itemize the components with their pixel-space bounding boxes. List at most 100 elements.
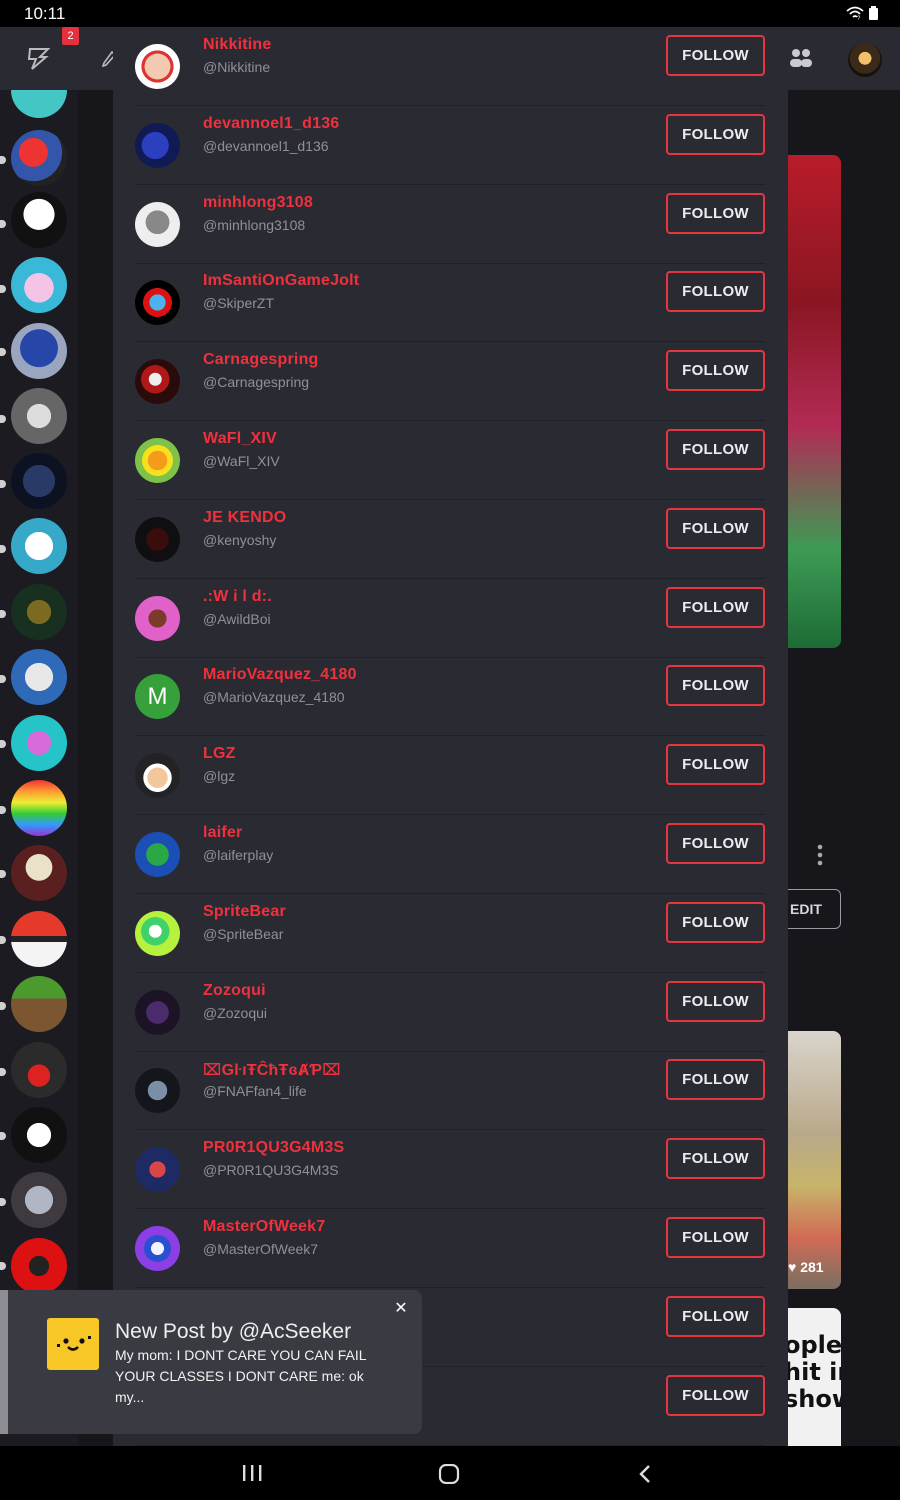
user-display-name[interactable]: devannoel1_d136 <box>203 115 339 133</box>
post-card-image[interactable] <box>786 1031 841 1289</box>
user-display-name[interactable]: ⌧GŀıŦĈħŦɞȺƤ⌧ <box>203 1060 341 1080</box>
pink-character-avatar[interactable] <box>135 595 180 641</box>
home-icon[interactable] <box>438 1464 460 1484</box>
user-display-name[interactable]: Carnagespring <box>203 351 319 369</box>
follow-button[interactable]: FOLLOW <box>666 507 765 549</box>
user-row[interactable]: JE KENDO @kenyoshy FOLLOW <box>135 500 765 579</box>
dark-character-avatar[interactable] <box>135 516 180 562</box>
sidebar-game-icon[interactable] <box>11 584 67 640</box>
user-row[interactable]: .:W i l d:. @AwildBoi FOLLOW <box>135 579 765 658</box>
pony-avatar[interactable] <box>135 122 180 168</box>
robot-avatar[interactable] <box>135 201 180 247</box>
blue-glitch-avatar[interactable] <box>135 1226 180 1271</box>
follow-button[interactable]: FOLLOW <box>666 901 765 943</box>
user-row[interactable]: devannoel1_d136 @devannoel1_d136 FOLLOW <box>135 106 765 185</box>
sidebar-game-icon[interactable] <box>11 845 67 901</box>
sidebar-game-icon[interactable] <box>11 976 67 1032</box>
follow-button[interactable]: FOLLOW <box>666 35 765 76</box>
animatronic-avatar[interactable] <box>135 1068 180 1114</box>
follow-button[interactable]: FOLLOW <box>666 586 765 628</box>
blocky-character-avatar[interactable] <box>135 1147 180 1193</box>
purple-shadow-avatar[interactable] <box>135 989 180 1035</box>
luigi-avatar[interactable] <box>135 753 180 799</box>
sidebar-game-icon[interactable] <box>11 453 67 509</box>
sidebar-game-icon[interactable] <box>11 130 67 186</box>
green-hedgehog-avatar[interactable] <box>135 832 180 877</box>
user-display-name[interactable]: LGZ <box>203 745 236 763</box>
user-display-name[interactable]: MasterOfWeek7 <box>203 1218 325 1236</box>
post-card-text[interactable]: ople hit in show <box>786 1308 841 1446</box>
user-row[interactable]: M MarioVazquez_4180 @MarioVazquez_4180 FOLL… <box>135 657 765 737</box>
sidebar-game-icon[interactable] <box>11 1172 67 1228</box>
sidebar-game-icon[interactable] <box>11 911 67 967</box>
follow-button[interactable]: FOLLOW <box>666 113 765 155</box>
user-display-name[interactable]: SpriteBear <box>203 903 286 921</box>
user-display-name[interactable]: Zozoqui <box>203 982 266 1000</box>
follow-button[interactable]: FOLLOW <box>666 665 765 707</box>
blue-ring-avatar[interactable] <box>135 280 180 326</box>
sidebar-game-icon[interactable] <box>11 90 67 118</box>
user-row[interactable]: PR0R1QU3G4M3S @PR0R1QU3G4M3S FOLLOW <box>135 1130 765 1210</box>
green-sprite-avatar[interactable] <box>135 910 180 956</box>
follow-button[interactable]: FOLLOW <box>666 744 765 786</box>
follow-button[interactable]: FOLLOW <box>666 271 765 313</box>
follow-button[interactable]: FOLLOW <box>666 1374 765 1416</box>
follow-button[interactable]: FOLLOW <box>666 192 765 234</box>
sidebar-game-icon[interactable] <box>11 518 67 574</box>
sidebar-game-icon[interactable] <box>11 1042 67 1098</box>
sidebar-game-icon[interactable] <box>11 1107 67 1163</box>
more-options-icon[interactable] <box>814 843 826 867</box>
follow-button[interactable]: FOLLOW <box>666 1059 765 1101</box>
sidebar-game-icon[interactable] <box>11 192 67 248</box>
user-row[interactable]: MasterOfWeek7 @MasterOfWeek7 FOLLOW <box>135 1209 765 1288</box>
user-row[interactable]: SpriteBear @SpriteBear FOLLOW <box>135 894 765 973</box>
notification-badge[interactable]: 2 <box>62 27 79 45</box>
user-row[interactable]: Zozoqui @Zozoqui FOLLOW <box>135 973 765 1052</box>
sidebar-game-icon[interactable] <box>11 780 67 836</box>
sunflower-avatar[interactable] <box>135 438 180 483</box>
user-display-name[interactable]: laifer <box>203 824 242 842</box>
sidebar-game-icon[interactable] <box>11 715 67 771</box>
follow-button[interactable]: FOLLOW <box>666 823 765 864</box>
sidebar-game-icon[interactable] <box>11 388 67 444</box>
user-display-name[interactable]: WaFl_XIV <box>203 430 277 448</box>
new-post-toast[interactable]: New Post by @AcSeeker My mom: I DONT CAR… <box>0 1290 422 1434</box>
game-card-art[interactable] <box>786 155 841 648</box>
user-row[interactable]: minhlong3108 @minhlong3108 FOLLOW <box>135 185 765 264</box>
sidebar-indicator <box>0 1132 6 1140</box>
gamejolt-logo-icon[interactable] <box>26 45 52 71</box>
user-row[interactable]: laifer @laiferplay FOLLOW <box>135 815 765 894</box>
sidebar-game-icon[interactable] <box>11 1238 67 1294</box>
user-display-name[interactable]: MarioVazquez_4180 <box>203 666 357 684</box>
follow-button[interactable]: FOLLOW <box>666 1295 765 1337</box>
user-display-name[interactable]: PR0R1QU3G4M3S <box>203 1139 344 1157</box>
user-row[interactable]: Nikkitine @Nikkitine FOLLOW <box>135 27 765 106</box>
carnage-avatar[interactable] <box>135 359 180 405</box>
letter-avatar[interactable]: M <box>135 674 180 720</box>
sidebar-game-icon[interactable] <box>11 323 67 379</box>
follow-button[interactable]: FOLLOW <box>666 1138 765 1180</box>
sidebar-game-icon[interactable] <box>11 649 67 705</box>
follow-button[interactable]: FOLLOW <box>666 1217 765 1258</box>
follow-button[interactable]: FOLLOW <box>666 980 765 1022</box>
close-icon[interactable]: ✕ <box>392 1300 410 1318</box>
back-icon[interactable] <box>638 1464 652 1484</box>
friends-icon[interactable] <box>788 47 814 69</box>
user-row[interactable]: LGZ @lgz FOLLOW <box>135 736 765 816</box>
sidebar-game-icon[interactable] <box>11 257 67 313</box>
edit-button[interactable]: EDIT <box>786 889 841 929</box>
follow-button[interactable]: FOLLOW <box>666 429 765 470</box>
user-display-name[interactable]: Nikkitine <box>203 36 272 54</box>
user-row[interactable]: Carnagespring @Carnagespring FOLLOW <box>135 342 765 422</box>
follow-button[interactable]: FOLLOW <box>666 350 765 392</box>
cartoon-face-avatar[interactable] <box>135 44 180 89</box>
user-row[interactable]: ⌧GŀıŦĈħŦɞȺƤ⌧ @FNAFfan4_life FOLLOW <box>135 1051 765 1131</box>
user-display-name[interactable]: ImSantiOnGameJolt <box>203 272 359 290</box>
user-display-name[interactable]: .:W i l d:. <box>203 588 272 606</box>
user-row[interactable]: WaFl_XIV @WaFl_XIV FOLLOW <box>135 421 765 500</box>
user-row[interactable]: ImSantiOnGameJolt @SkiperZT FOLLOW <box>135 263 765 343</box>
user-display-name[interactable]: JE KENDO <box>203 509 286 527</box>
current-user-avatar[interactable] <box>848 43 882 77</box>
recent-apps-icon[interactable] <box>241 1464 263 1482</box>
user-display-name[interactable]: minhlong3108 <box>203 194 313 212</box>
